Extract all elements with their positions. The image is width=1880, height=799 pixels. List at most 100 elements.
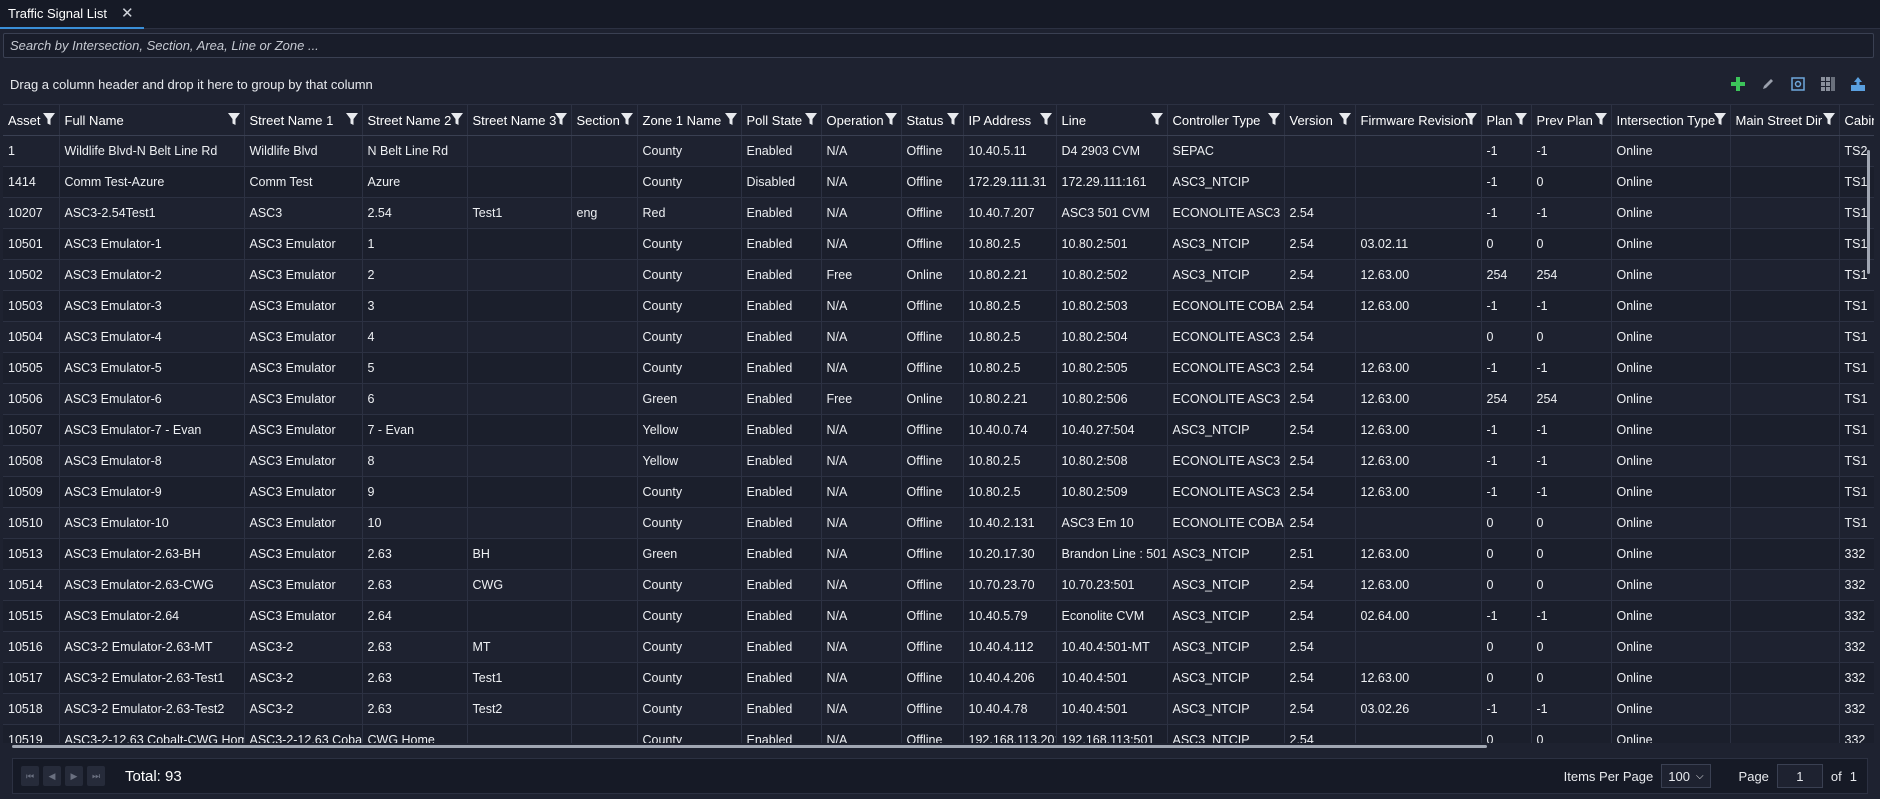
signal-table: Asset Full Name Street Name 1 Street Name 2… <box>3 105 1874 743</box>
table-row[interactable]: 10510 ASC3 Emulator-10 ASC3 Emulator 10 Coun… <box>3 507 1874 539</box>
column-header[interactable]: IP Address <box>963 105 1057 136</box>
table-row[interactable]: 10514 ASC3 Emulator-2.63-CWG ASC3 Emulator… <box>3 569 1874 601</box>
table-row[interactable]: 10513 ASC3 Emulator-2.63-BH ASC3 Emulator 2… <box>3 538 1874 570</box>
table-cell: TS1 <box>1839 321 1874 353</box>
table-cell: Offline <box>901 321 964 353</box>
table-cell: ECONOLITE ASC3 <box>1167 321 1285 353</box>
column-header[interactable]: Street Name 1 <box>244 105 363 136</box>
table-cell: ASC3-2 <box>244 693 363 725</box>
horizontal-scrollbar[interactable] <box>12 745 1487 748</box>
column-header[interactable]: Status <box>901 105 964 136</box>
column-header[interactable]: Firmware Revision <box>1355 105 1482 136</box>
column-header[interactable]: Intersection Type <box>1611 105 1731 136</box>
table-cell: County <box>637 662 742 694</box>
table-row[interactable]: 10505 ASC3 Emulator-5 ASC3 Emulator 5 County… <box>3 352 1874 384</box>
table-cell: ASC3 Emulator <box>244 352 363 384</box>
filter-icon[interactable] <box>42 113 55 126</box>
edit-icon[interactable] <box>1758 74 1778 94</box>
table-row[interactable]: 10518 ASC3-2 Emulator-2.63-Test2 ASC3-2 2.6… <box>3 693 1874 725</box>
first-page-icon[interactable]: ⏮ <box>21 766 39 786</box>
table-cell: Offline <box>901 724 964 743</box>
table-row[interactable]: 10503 ASC3 Emulator-3 ASC3 Emulator 3 County… <box>3 290 1874 322</box>
vertical-scrollbar[interactable] <box>1867 150 1870 274</box>
search-box[interactable] <box>3 33 1874 58</box>
table-cell: Comm Test <box>244 166 363 198</box>
table-row[interactable]: 10506 ASC3 Emulator-6 ASC3 Emulator 6 Green E… <box>3 383 1874 415</box>
items-per-page-select[interactable]: 100 ⌵ <box>1661 764 1711 788</box>
column-header[interactable]: Version <box>1284 105 1356 136</box>
next-page-icon[interactable]: ▶ <box>65 766 83 786</box>
table-row[interactable]: 10517 ASC3-2 Emulator-2.63-Test1 ASC3-2 2.6… <box>3 662 1874 694</box>
table-row[interactable]: 10502 ASC3 Emulator-2 ASC3 Emulator 2 County… <box>3 259 1874 291</box>
column-header[interactable]: Prev Plan <box>1531 105 1612 136</box>
table-row[interactable]: 10507 ASC3 Emulator-7 - Evan ASC3 Emulator… <box>3 414 1874 446</box>
table-cell: 0 <box>1481 724 1532 743</box>
column-header[interactable]: Main Street Dir <box>1730 105 1840 136</box>
table-row[interactable]: 10515 ASC3 Emulator-2.64 ASC3 Emulator 2.64… <box>3 600 1874 632</box>
page-input[interactable]: 1 <box>1776 764 1823 788</box>
column-header[interactable]: Poll State <box>741 105 822 136</box>
table-cell: ASC3_NTCIP <box>1167 724 1285 743</box>
filter-icon[interactable] <box>1464 113 1477 126</box>
table-cell: N/A <box>821 631 902 663</box>
table-cell: -1 <box>1531 476 1612 508</box>
table-cell: Online <box>1611 724 1731 743</box>
table-cell: 2.54 <box>1284 600 1356 632</box>
table-cell: 10501 <box>3 228 60 260</box>
close-icon[interactable]: ✕ <box>121 6 134 21</box>
table-cell: TS1 <box>1839 507 1874 539</box>
table-cell: Online <box>1611 290 1731 322</box>
table-cell <box>571 352 638 384</box>
table-row[interactable]: 10501 ASC3 Emulator-1 ASC3 Emulator 1 County… <box>3 228 1874 260</box>
table-row[interactable]: 10504 ASC3 Emulator-4 ASC3 Emulator 4 County… <box>3 321 1874 353</box>
column-chooser-icon[interactable] <box>1818 74 1838 94</box>
prev-page-icon[interactable]: ◀ <box>43 766 61 786</box>
filter-icon[interactable] <box>804 113 817 126</box>
table-cell: 10514 <box>3 569 60 601</box>
column-header[interactable]: Full Name <box>59 105 245 136</box>
export-view-icon[interactable] <box>1788 74 1808 94</box>
filter-icon[interactable] <box>227 113 240 126</box>
filter-icon[interactable] <box>554 113 567 126</box>
filter-icon[interactable] <box>450 113 463 126</box>
column-header[interactable]: Cabinet <box>1839 105 1874 136</box>
column-header[interactable]: Section <box>571 105 638 136</box>
filter-icon[interactable] <box>884 113 897 126</box>
column-header[interactable]: Asset <box>3 105 60 136</box>
column-header[interactable]: Street Name 2 <box>362 105 468 136</box>
table-row[interactable]: 10509 ASC3 Emulator-9 ASC3 Emulator 9 County… <box>3 476 1874 508</box>
table-row[interactable]: 10516 ASC3-2 Emulator-2.63-MT ASC3-2 2.63 MT… <box>3 631 1874 663</box>
filter-icon[interactable] <box>1822 113 1835 126</box>
table-cell: 2.54 <box>1284 445 1356 477</box>
filter-icon[interactable] <box>1514 113 1527 126</box>
table-row[interactable]: 10519 ASC3-2-12.63 Cobalt-CWG Home ASC3-2-… <box>3 724 1874 743</box>
last-page-icon[interactable]: ⏭ <box>87 766 105 786</box>
filter-icon[interactable] <box>345 113 358 126</box>
filter-icon[interactable] <box>1338 113 1351 126</box>
table-cell <box>467 321 572 353</box>
table-cell: CWG Home <box>362 724 468 743</box>
filter-icon[interactable] <box>1039 113 1052 126</box>
column-header[interactable]: Street Name 3 <box>467 105 572 136</box>
filter-icon[interactable] <box>724 113 737 126</box>
table-row[interactable]: 10207 ASC3-2.54Test1 ASC3 2.54 Test1 eng Red En… <box>3 197 1874 229</box>
table-row[interactable]: 1414 Comm Test-Azure Comm Test Azure County D… <box>3 166 1874 198</box>
column-header[interactable]: Zone 1 Name <box>637 105 742 136</box>
table-row[interactable]: 1 Wildlife Blvd-N Belt Line Rd Wildlife Bl… <box>3 135 1874 167</box>
filter-icon[interactable] <box>946 113 959 126</box>
add-icon[interactable] <box>1728 74 1748 94</box>
column-header[interactable]: Controller Type <box>1167 105 1285 136</box>
filter-icon[interactable] <box>620 113 633 126</box>
tab-traffic-signal-list[interactable]: Traffic Signal List ✕ <box>0 0 144 29</box>
search-input[interactable] <box>10 38 1873 53</box>
column-header[interactable]: Line <box>1056 105 1168 136</box>
table-row[interactable]: 10508 ASC3 Emulator-8 ASC3 Emulator 8 Yellow… <box>3 445 1874 477</box>
filter-icon[interactable] <box>1267 113 1280 126</box>
filter-icon[interactable] <box>1594 113 1607 126</box>
filter-icon[interactable] <box>1150 113 1163 126</box>
column-header[interactable]: Plan <box>1481 105 1532 136</box>
export-icon[interactable] <box>1848 74 1868 94</box>
column-header[interactable]: Operation <box>821 105 902 136</box>
table-cell: Free <box>821 383 902 415</box>
filter-icon[interactable] <box>1713 113 1726 126</box>
